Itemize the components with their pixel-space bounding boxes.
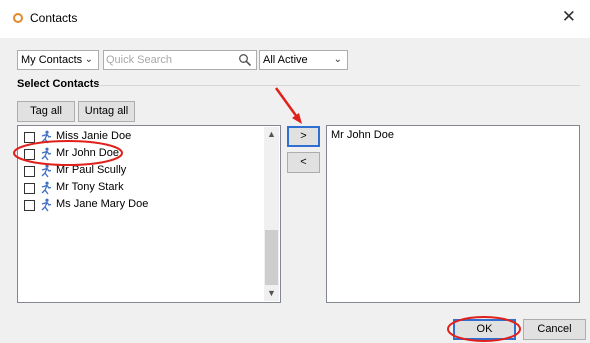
list-item[interactable]: Miss Janie Doe (24, 129, 264, 145)
quick-search-input[interactable] (106, 53, 226, 67)
chevron-down-icon: ⌄ (84, 54, 93, 65)
annotation-arrow-head (292, 113, 302, 124)
move-right-button[interactable]: > (287, 126, 320, 147)
list-item[interactable]: Mr John Doe (24, 146, 264, 162)
scroll-down-icon[interactable]: ▼ (264, 286, 279, 301)
cancel-button[interactable]: Cancel (523, 319, 586, 340)
close-icon[interactable]: ✕ (562, 8, 576, 25)
contact-list-value: My Contacts (21, 54, 83, 66)
ok-button[interactable]: OK (453, 319, 516, 340)
list-scrollbar[interactable]: ▲ ▼ (264, 127, 279, 301)
contact-checkbox[interactable] (24, 132, 35, 143)
quick-search-field[interactable] (103, 50, 257, 70)
selected-contacts-list[interactable]: Mr John Doe (326, 125, 580, 303)
contact-checkbox[interactable] (24, 166, 35, 177)
selected-contact-item[interactable]: Mr John Doe (331, 129, 394, 141)
title-bar: Contacts ✕ (0, 0, 590, 38)
scrollbar-thumb[interactable] (265, 230, 278, 285)
chevron-down-icon: ⌄ (333, 54, 342, 65)
group-title: Select Contacts (17, 78, 100, 90)
contact-list-dropdown[interactable]: My Contacts ⌄ (17, 50, 99, 70)
contact-checkbox[interactable] (24, 200, 35, 211)
contact-label: Mr Paul Scully (56, 164, 127, 176)
window-title: Contacts (30, 11, 78, 25)
person-icon (41, 181, 52, 195)
search-icon[interactable] (238, 53, 252, 67)
person-icon (41, 198, 52, 212)
list-item[interactable]: Ms Jane Mary Doe (24, 197, 264, 213)
list-item[interactable]: Mr Tony Stark (24, 180, 264, 196)
annotation-arrow-line (274, 87, 299, 118)
available-contacts-list[interactable]: Miss Janie Doe Mr John Doe Mr Paul Scull… (17, 125, 281, 303)
person-icon (41, 164, 52, 178)
status-filter-dropdown[interactable]: All Active ⌄ (259, 50, 348, 70)
move-left-button[interactable]: < (287, 152, 320, 173)
scroll-up-icon[interactable]: ▲ (264, 127, 279, 142)
app-logo-icon (13, 13, 23, 23)
tag-all-button[interactable]: Tag all (17, 101, 75, 122)
list-item[interactable]: Mr Paul Scully (24, 163, 264, 179)
untag-all-button[interactable]: Untag all (78, 101, 135, 122)
contact-checkbox[interactable] (24, 183, 35, 194)
contact-label: Miss Janie Doe (56, 130, 132, 142)
group-divider (98, 85, 580, 86)
person-icon (41, 147, 52, 161)
contact-label: Mr Tony Stark (56, 181, 124, 193)
person-icon (41, 130, 52, 144)
contact-checkbox[interactable] (24, 149, 35, 160)
contact-label: Ms Jane Mary Doe (56, 198, 149, 210)
status-filter-value: All Active (263, 54, 308, 66)
contact-label: Mr John Doe (56, 147, 119, 159)
